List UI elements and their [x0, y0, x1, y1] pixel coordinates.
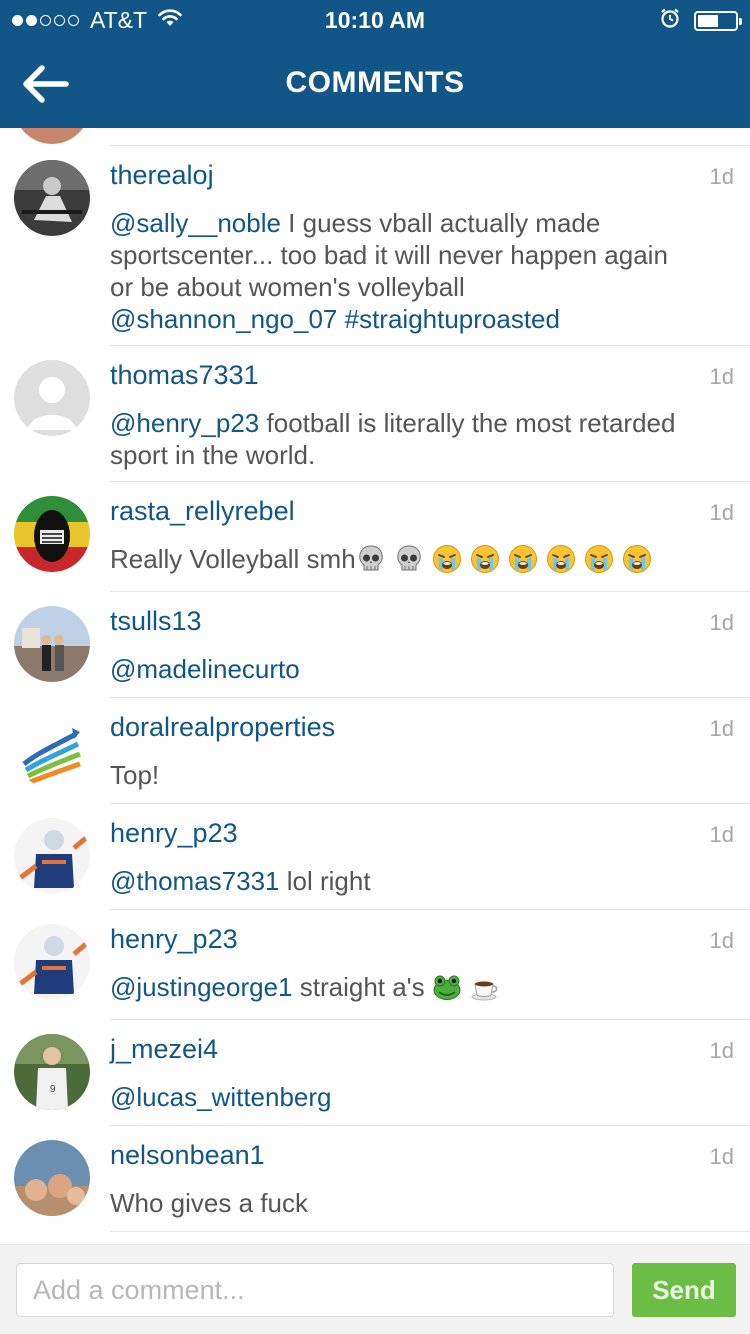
comment-text: Really Volleyball smh: [110, 543, 690, 575]
crying-face-emoji-icon: [584, 544, 614, 574]
comment-text: @lucas_wittenberg: [110, 1081, 690, 1113]
crying-face-emoji-icon: [470, 544, 500, 574]
alarm-clock-icon: [660, 8, 680, 33]
mention-link[interactable]: @lucas_wittenberg: [110, 1082, 332, 1112]
comment-row[interactable]: nelsonbean1 1d Who gives a fuck: [0, 1126, 750, 1232]
mention-link[interactable]: @shannon_ngo_07: [110, 304, 337, 334]
avatar: [14, 128, 90, 144]
avatar[interactable]: [14, 1140, 90, 1216]
comment-text-segment: Top!: [110, 760, 160, 790]
comment-text-segment: [337, 304, 344, 334]
avatar[interactable]: [14, 160, 90, 236]
avatar[interactable]: [14, 606, 90, 682]
comments-list[interactable]: therealoj 1d @sally__noble I guess vball a…: [0, 128, 750, 1244]
comment-row[interactable]: thomas7331 1d @henry_p23 football is liter…: [0, 346, 750, 482]
comment-username[interactable]: rasta_rellyrebel: [110, 496, 295, 527]
comment-username[interactable]: therealoj: [110, 160, 214, 191]
crying-face-emoji-icon: [622, 544, 652, 574]
status-bar: AT&T 10:10 AM: [0, 0, 750, 40]
avatar[interactable]: 9: [14, 1034, 90, 1110]
comment-username[interactable]: nelsonbean1: [110, 1140, 265, 1171]
mention-link[interactable]: @madelinecurto: [110, 654, 300, 684]
comment-row[interactable]: tsulls13 1d @madelinecurto: [0, 592, 750, 698]
coffee-emoji-icon: [470, 972, 500, 1002]
comment-username[interactable]: henry_p23: [110, 818, 238, 849]
comment-username[interactable]: j_mezei4: [110, 1034, 218, 1065]
comment-text-segment: Who gives a fuck: [110, 1188, 308, 1218]
svg-text:9: 9: [50, 1084, 56, 1095]
comment-age: 1d: [709, 164, 734, 189]
comment-composer: Send: [0, 1244, 750, 1334]
status-time: 10:10 AM: [324, 7, 426, 33]
status-right: [660, 8, 742, 33]
comment-username[interactable]: tsulls13: [110, 606, 202, 637]
comment-row[interactable]: henry_p23 1d @thomas7331 lol right: [0, 804, 750, 910]
send-button[interactable]: Send: [632, 1263, 736, 1317]
comment-age: 1d: [709, 364, 734, 389]
comment-age: 1d: [709, 928, 734, 953]
comment-age: 1d: [709, 822, 734, 847]
mention-link[interactable]: @justingeorge1: [110, 972, 293, 1002]
avatar[interactable]: [14, 924, 90, 1000]
comment-text: @thomas7331 lol right: [110, 865, 690, 897]
comment-age: 1d: [709, 716, 734, 741]
mention-link[interactable]: @henry_p23: [110, 408, 259, 438]
crying-face-emoji-icon: [432, 544, 462, 574]
partial-comment-row: [0, 128, 750, 146]
comment-text: @madelinecurto: [110, 653, 690, 685]
comment-age: 1d: [709, 1144, 734, 1169]
avatar[interactable]: [14, 360, 90, 436]
skull-emoji-icon: [394, 544, 424, 574]
nav-bar: COMMENTS: [0, 40, 750, 128]
avatar[interactable]: [14, 712, 90, 788]
comment-text-segment: straight a's: [292, 972, 432, 1002]
comment-text: @justingeorge1 straight a's: [110, 971, 690, 1003]
comment-text: Who gives a fuck: [110, 1187, 690, 1219]
comment-username[interactable]: henry_p23: [110, 924, 238, 955]
comment-row[interactable]: henry_p23 1d @justingeorge1 straight a's: [0, 910, 750, 1020]
comment-text: Top!: [110, 759, 690, 791]
skull-emoji-icon: [356, 544, 386, 574]
comment-input[interactable]: [16, 1263, 614, 1317]
page-title: COMMENTS: [285, 66, 465, 99]
comment-row[interactable]: rasta_rellyrebel 1d Really Volleyball smh: [0, 482, 750, 592]
comment-age: 1d: [709, 610, 734, 635]
avatar[interactable]: [14, 818, 90, 894]
crying-face-emoji-icon: [546, 544, 576, 574]
comment-row[interactable]: 9 j_mezei4 1d @lucas_wittenberg: [0, 1020, 750, 1126]
comment-row[interactable]: doralrealproperties 1d Top!: [0, 698, 750, 804]
comment-username[interactable]: doralrealproperties: [110, 712, 335, 743]
comment-text-segment: lol right: [279, 866, 371, 896]
comment-row[interactable]: therealoj 1d @sally__noble I guess vball a…: [0, 146, 750, 346]
frog-emoji-icon: [432, 972, 462, 1002]
comment-age: 1d: [709, 1038, 734, 1063]
comment-text-segment: Really Volleyball smh: [110, 544, 356, 574]
crying-face-emoji-icon: [508, 544, 538, 574]
avatar[interactable]: [14, 496, 90, 572]
comment-age: 1d: [709, 500, 734, 525]
comment-text: @sally__noble I guess vball actually mad…: [110, 207, 690, 335]
mention-link[interactable]: #straightuproasted: [345, 304, 560, 334]
comment-text: @henry_p23 football is literally the mos…: [110, 407, 690, 471]
comment-username[interactable]: thomas7331: [110, 360, 259, 391]
mention-link[interactable]: @sally__noble: [110, 208, 281, 238]
mention-link[interactable]: @thomas7331: [110, 866, 280, 896]
row-divider: [110, 1231, 750, 1232]
battery-icon: [694, 10, 742, 31]
